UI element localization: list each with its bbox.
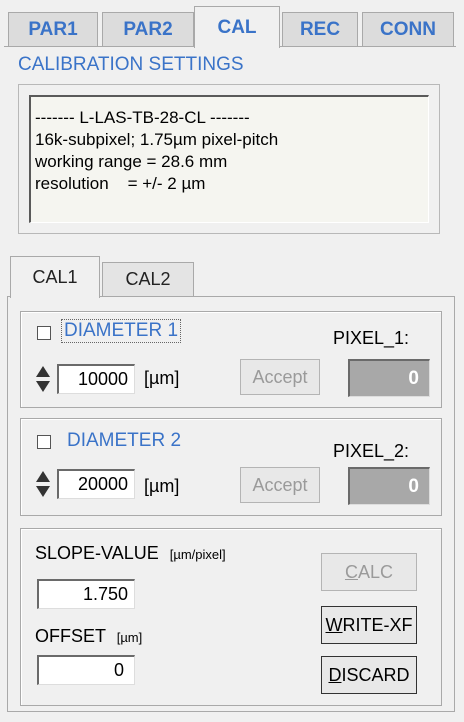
calc-button[interactable]: C ALC bbox=[321, 553, 417, 591]
slope-unit: [µm/pixel] bbox=[169, 547, 226, 562]
diameter2-spinner[interactable] bbox=[35, 469, 51, 499]
tab-cal1[interactable]: CAL1 bbox=[10, 256, 100, 298]
diameter1-spinner[interactable] bbox=[35, 364, 51, 394]
offset-value-field: 0 bbox=[37, 655, 135, 685]
offset-label-text: OFFSET bbox=[35, 626, 106, 646]
slope-label-text: SLOPE-VALUE bbox=[35, 543, 159, 563]
info-line-subpixel: 16k-subpixel; 1.75µm pixel-pitch bbox=[35, 130, 279, 149]
tab-par2[interactable]: PAR2 bbox=[102, 12, 194, 46]
diameter2-label[interactable]: DIAMETER 2 bbox=[67, 430, 181, 452]
slope-value-field: 1.750 bbox=[37, 579, 135, 609]
info-line-resolution: resolution = +/- 2 µm bbox=[35, 174, 206, 193]
write-label: RITE-XF bbox=[342, 614, 413, 635]
discard-button[interactable]: D ISCARD bbox=[321, 656, 417, 694]
diameter2-unit: [µm] bbox=[144, 476, 180, 496]
info-line-model: ------- L-LAS-TB-28-CL ------- bbox=[35, 108, 250, 127]
slope-offset-group: SLOPE-VALUE [µm/pixel] 1.750 OFFSET [µm]… bbox=[20, 528, 442, 706]
diameter1-group: DIAMETER 1 PIXEL_1: 10000 [µm] Accept 0 bbox=[20, 311, 442, 408]
diameter1-input[interactable]: 10000 bbox=[57, 364, 135, 394]
offset-unit: [µm] bbox=[116, 630, 143, 645]
tab-cal[interactable]: CAL bbox=[194, 6, 280, 48]
diameter2-checkbox[interactable] bbox=[37, 435, 51, 449]
calc-hotkey: C bbox=[344, 561, 358, 582]
pixel2-value: 0 bbox=[348, 467, 430, 505]
discard-hotkey: D bbox=[328, 664, 342, 685]
page-title: CALIBRATION SETTINGS bbox=[18, 54, 244, 75]
pixel1-label: PIXEL_1: bbox=[333, 328, 410, 348]
pixel1-value: 0 bbox=[348, 359, 430, 397]
sensor-info-panel: ------- L-LAS-TB-28-CL ------- 16k-subpi… bbox=[18, 84, 440, 234]
calc-label: ALC bbox=[357, 561, 393, 582]
pixel2-label: PIXEL_2: bbox=[333, 441, 410, 461]
write-xf-button[interactable]: W RITE-XF bbox=[321, 606, 417, 644]
diameter2-group: DIAMETER 2 PIXEL_2: 20000 [µm] Accept 0 bbox=[20, 418, 442, 516]
discard-label: ISCARD bbox=[341, 664, 410, 685]
slope-label: SLOPE-VALUE [µm/pixel] bbox=[35, 543, 226, 564]
tab-rec[interactable]: REC bbox=[282, 12, 358, 46]
tab-par1[interactable]: PAR1 bbox=[8, 12, 98, 46]
write-hotkey: W bbox=[325, 614, 343, 635]
diameter2-input[interactable]: 20000 bbox=[57, 469, 135, 499]
tab-cal2[interactable]: CAL2 bbox=[102, 262, 194, 296]
diameter2-accept-button[interactable]: Accept bbox=[240, 467, 320, 503]
sensor-info-text: ------- L-LAS-TB-28-CL ------- 16k-subpi… bbox=[29, 95, 429, 223]
info-line-range: working range = 28.6 mm bbox=[35, 152, 228, 171]
offset-label: OFFSET [µm] bbox=[35, 626, 142, 647]
diameter1-unit: [µm] bbox=[144, 368, 180, 388]
diameter1-checkbox[interactable] bbox=[37, 326, 51, 340]
tab-conn[interactable]: CONN bbox=[362, 12, 454, 46]
diameter1-label[interactable]: DIAMETER 1 bbox=[61, 319, 182, 343]
diameter1-accept-button[interactable]: Accept bbox=[240, 359, 320, 395]
